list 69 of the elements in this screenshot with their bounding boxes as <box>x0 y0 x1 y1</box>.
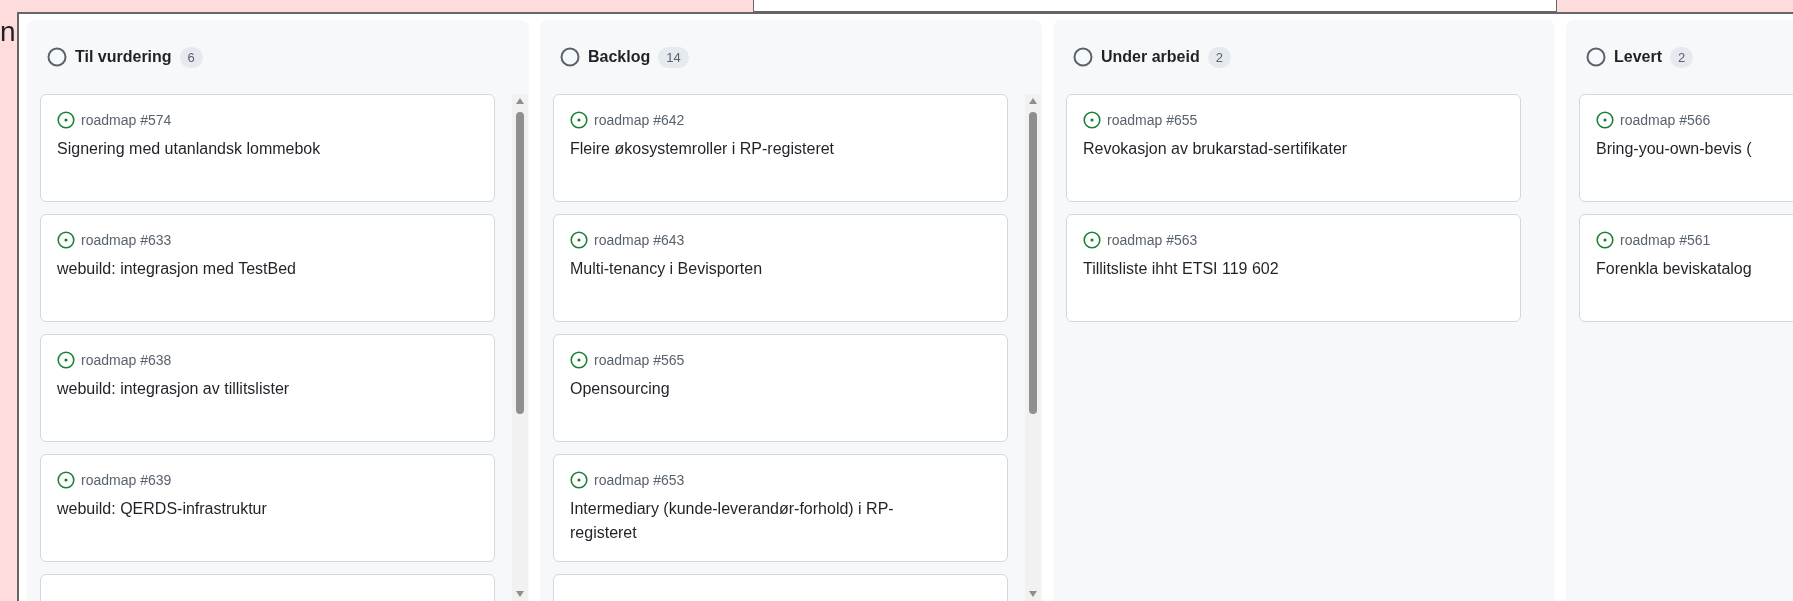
issue-card[interactable]: roadmap #655 Revokasjon av brukarstad-sertifikater <box>1066 94 1521 202</box>
column-title: Levert <box>1614 48 1663 66</box>
open-issue-icon <box>1596 111 1614 129</box>
item-count: 2 <box>1670 46 1694 68</box>
issue-card[interactable]: roadmap #565 Opensourcing <box>553 334 1008 442</box>
open-issue-icon <box>1596 231 1614 249</box>
issue-reference: roadmap #638 <box>81 352 172 368</box>
issue-reference: roadmap #642 <box>594 112 685 128</box>
issue-reference: roadmap #561 <box>1620 232 1711 248</box>
open-issue-icon <box>570 351 588 369</box>
issue-title: Multi-tenancy i Bevisporten <box>570 259 764 279</box>
issue-title: Bring-you-own-bevis ( <box>1596 139 1753 159</box>
issue-card[interactable]: roadmap #639 webuild: QERDS-infrastruktur <box>40 454 495 562</box>
column-title: Under arbeid <box>1101 48 1200 66</box>
issue-card[interactable]: roadmap #563 Tillitsliste ihht ETSI 119 602 <box>1066 214 1521 322</box>
open-issue-icon <box>1083 111 1101 129</box>
status-circle-icon <box>560 47 580 67</box>
scroll-up-arrow-icon[interactable] <box>1028 97 1038 105</box>
open-issue-icon <box>1083 231 1101 249</box>
scrollbar-thumb[interactable] <box>1029 112 1037 414</box>
issue-reference: roadmap #653 <box>594 472 685 488</box>
column-title: Til vurdering <box>75 48 172 66</box>
issue-reference: roadmap #655 <box>1107 112 1198 128</box>
issue-title: webuild: integrasjon med TestBed <box>57 259 297 279</box>
item-count: 2 <box>1207 46 1231 68</box>
status-circle-icon <box>1073 47 1093 67</box>
issue-card[interactable]: roadmap #574 Signering med utanlandsk lommebok <box>40 94 495 202</box>
issue-title: webuild: QERDS-infrastruktur <box>57 499 268 519</box>
item-count: 6 <box>179 46 203 68</box>
issue-card[interactable]: roadmap #638 webuild: integrasjon av tillitslister <box>40 334 495 442</box>
open-issue-icon <box>570 111 588 129</box>
issue-card[interactable]: roadmap #643 Multi-tenancy i Bevisporten <box>553 214 1008 322</box>
issue-card[interactable]: roadmap #561 Forenkla beviskatalog <box>1579 214 1793 322</box>
issue-title: webuild: integrasjon av tillitslister <box>57 379 291 399</box>
scroll-up-arrow-icon[interactable] <box>515 97 525 105</box>
status-circle-icon <box>1586 47 1606 67</box>
issue-title: Forenkla beviskatalog <box>1596 259 1753 279</box>
status-circle-icon <box>47 47 67 67</box>
issue-reference: roadmap #565 <box>594 352 685 368</box>
open-issue-icon <box>57 471 75 489</box>
issue-card[interactable]: roadmap #653 Intermediary (kunde-leverandør-forhold) i RP-registeret <box>553 454 1008 562</box>
issue-reference: roadmap #563 <box>1107 232 1198 248</box>
heading-fragment: n <box>0 18 17 46</box>
issue-reference: roadmap #639 <box>81 472 172 488</box>
scroll-down-arrow-icon[interactable] <box>1028 590 1038 598</box>
scrollbar[interactable] <box>1025 94 1041 601</box>
issue-title: Revokasjon av brukarstad-sertifikater <box>1083 139 1349 159</box>
scroll-down-arrow-icon[interactable] <box>515 590 525 598</box>
scrollbar-thumb[interactable] <box>516 112 524 414</box>
issue-card[interactable]: roadmap #566 Bring-you-own-bevis ( <box>1579 94 1793 202</box>
issue-title: Fleire økosystemroller i RP-registeret <box>570 139 836 159</box>
issue-title: Intermediary (kunde-leverandør-forhold) i RP-registeret <box>570 499 895 543</box>
open-issue-icon <box>570 231 588 249</box>
column-title: Backlog <box>588 48 651 66</box>
issue-card[interactable]: roadmap #633 webuild: integrasjon med TestBed <box>40 214 495 322</box>
issue-title: Tillitsliste ihht ETSI 119 602 <box>1083 259 1280 279</box>
scrollbar[interactable] <box>512 94 528 601</box>
issue-reference: roadmap #574 <box>81 112 172 128</box>
issue-reference: roadmap #643 <box>594 232 685 248</box>
issue-reference: roadmap #566 <box>1620 112 1711 128</box>
open-issue-icon <box>57 231 75 249</box>
issue-card[interactable]: roadmap #642 Fleire økosystemroller i RP-registeret <box>553 94 1008 202</box>
open-issue-icon <box>57 351 75 369</box>
open-issue-icon <box>57 111 75 129</box>
issue-reference: roadmap #633 <box>81 232 172 248</box>
issue-title: Opensourcing <box>570 379 671 399</box>
issue-title: Signering med utanlandsk lommebok <box>57 139 322 159</box>
item-count: 14 <box>658 46 689 68</box>
open-issue-icon <box>570 471 588 489</box>
